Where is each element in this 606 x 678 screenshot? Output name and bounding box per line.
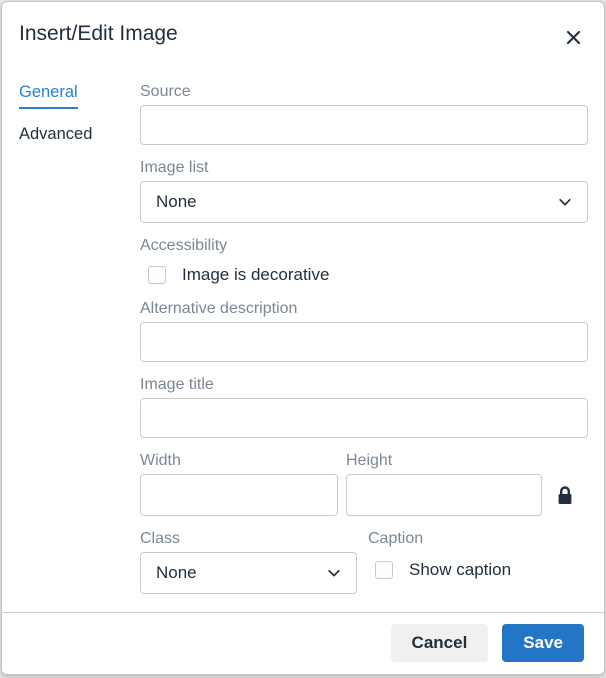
height-input[interactable]: [346, 474, 542, 516]
accessibility-field: Accessibility Image is decorative: [140, 236, 588, 286]
class-caption-row: Class None Caption Show caption: [140, 529, 588, 594]
close-button[interactable]: [558, 22, 588, 52]
dimensions-row: Width Height: [140, 451, 588, 516]
image-list-field: Image list None: [140, 158, 588, 223]
tab-general[interactable]: General: [19, 83, 140, 109]
image-list-selected-value: None: [156, 192, 197, 212]
lock-icon: [556, 485, 574, 506]
height-field: Height: [346, 451, 542, 516]
show-caption-checkbox[interactable]: [375, 561, 393, 579]
chevron-down-icon: [558, 195, 572, 209]
image-list-label: Image list: [140, 158, 588, 178]
tab-advanced-label: Advanced: [19, 125, 92, 149]
image-title-field: Image title: [140, 375, 588, 438]
image-title-label: Image title: [140, 375, 588, 395]
caption-label: Caption: [368, 529, 588, 549]
source-field: Source: [140, 82, 588, 145]
decorative-checkbox-label: Image is decorative: [182, 264, 329, 286]
class-label: Class: [140, 529, 357, 549]
cancel-button[interactable]: Cancel: [391, 624, 489, 662]
constrain-proportions-zone: [542, 474, 588, 516]
tab-general-label: General: [19, 83, 78, 109]
dialog-body: General Advanced Source Image list None: [2, 52, 604, 607]
dialog-footer: Cancel Save: [2, 612, 604, 674]
width-input[interactable]: [140, 474, 338, 516]
width-label: Width: [140, 451, 338, 471]
image-list-select[interactable]: None: [140, 181, 588, 223]
class-select[interactable]: None: [140, 552, 357, 594]
insert-edit-image-dialog: Insert/Edit Image General Advanced Sourc…: [1, 1, 605, 675]
alt-description-input[interactable]: [140, 322, 588, 362]
constrain-proportions-button[interactable]: [550, 480, 580, 510]
caption-field: Caption Show caption: [367, 529, 588, 587]
decorative-checkbox[interactable]: [148, 266, 166, 284]
show-caption-checkbox-label: Show caption: [409, 559, 511, 581]
width-field: Width: [140, 451, 338, 516]
image-form: Source Image list None Accessibility Ima…: [140, 82, 588, 607]
alt-description-field: Alternative description: [140, 299, 588, 362]
close-icon: [565, 29, 582, 46]
show-caption-checkbox-row[interactable]: Show caption: [368, 559, 588, 581]
source-input[interactable]: [140, 105, 588, 145]
decorative-checkbox-row[interactable]: Image is decorative: [140, 264, 588, 286]
image-title-input[interactable]: [140, 398, 588, 438]
dialog-title: Insert/Edit Image: [19, 20, 178, 48]
tab-nav: General Advanced: [19, 82, 140, 607]
dialog-header: Insert/Edit Image: [2, 2, 604, 52]
alt-description-label: Alternative description: [140, 299, 588, 319]
source-label: Source: [140, 82, 588, 102]
height-label: Height: [346, 451, 542, 471]
class-selected-value: None: [156, 563, 197, 583]
tab-advanced[interactable]: Advanced: [19, 125, 140, 149]
save-button[interactable]: Save: [502, 624, 584, 662]
chevron-down-icon: [327, 566, 341, 580]
accessibility-label: Accessibility: [140, 236, 588, 256]
class-field: Class None: [140, 529, 357, 594]
